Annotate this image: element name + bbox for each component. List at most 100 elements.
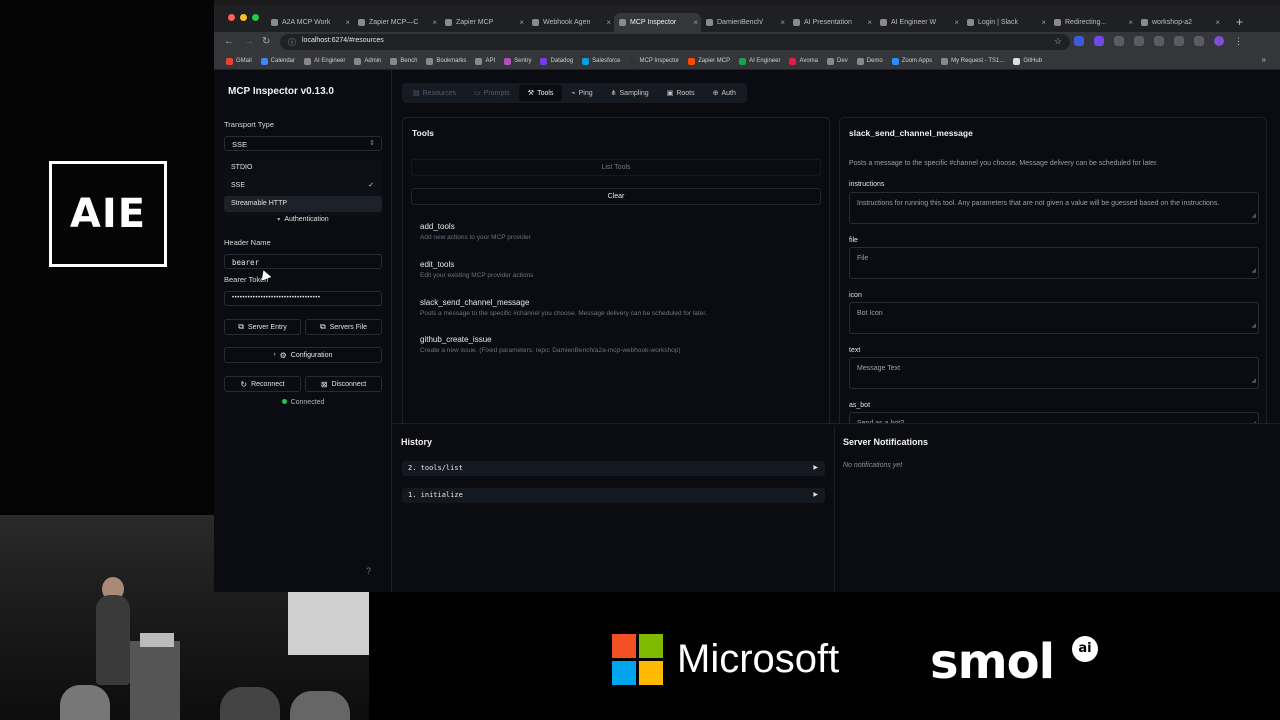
forward-icon[interactable]: → bbox=[244, 36, 254, 48]
bookmark-star-icon[interactable]: ☆ bbox=[1054, 36, 1062, 47]
bookmark-item[interactable]: Demo bbox=[856, 57, 883, 65]
tool-item[interactable]: add_tools Add new actions to your MCP pro… bbox=[420, 222, 531, 241]
address-bar[interactable]: ⓘ localhost:6274/#resources ☆ bbox=[280, 34, 1070, 50]
bookmark-item[interactable]: Sentry bbox=[504, 57, 531, 65]
browser-tab[interactable]: Zapier MCP × bbox=[440, 13, 527, 33]
bookmark-item[interactable]: MCP Inspector bbox=[629, 57, 679, 65]
extension-icon[interactable] bbox=[1174, 36, 1184, 46]
profile-avatar[interactable] bbox=[1214, 36, 1224, 46]
field-input-as-bot[interactable]: Send as a bot?◢ bbox=[849, 412, 1259, 423]
server-entry-button[interactable]: ⧉ Server Entry bbox=[224, 319, 301, 335]
resize-handle-icon[interactable]: ◢ bbox=[1251, 376, 1256, 387]
authentication-toggle[interactable]: ▾ Authentication bbox=[224, 213, 382, 227]
close-tab-icon[interactable]: × bbox=[1041, 13, 1046, 33]
tab-roots[interactable]: ▣ Roots bbox=[658, 85, 704, 101]
bookmark-item[interactable]: My Request - TS1... bbox=[941, 57, 1004, 65]
more-bookmarks-icon[interactable]: » bbox=[1262, 55, 1266, 64]
list-tools-button[interactable]: List Tools bbox=[411, 159, 821, 176]
history-item[interactable]: 2. tools/list ▶ bbox=[402, 461, 825, 476]
resize-handle-icon[interactable]: ◢ bbox=[1251, 211, 1256, 222]
servers-file-button[interactable]: ⧉ Servers File bbox=[305, 319, 382, 335]
transport-type-select[interactable]: SSE ⇕ bbox=[224, 136, 382, 151]
bookmark-item[interactable]: AI Engineer bbox=[739, 57, 780, 65]
browser-tab[interactable]: AI Presentation × bbox=[788, 13, 875, 33]
browser-tab[interactable]: Login | Slack × bbox=[962, 13, 1049, 33]
bearer-token-input[interactable]: •••••••••••••••••••••••••••••••••• bbox=[224, 291, 382, 306]
reload-icon[interactable]: ↻ bbox=[262, 36, 270, 48]
panel-divider[interactable] bbox=[392, 423, 1280, 424]
tab-prompts[interactable]: ▭ Prompts bbox=[465, 85, 519, 101]
dropdown-option-stdio[interactable]: STDIO bbox=[224, 160, 382, 176]
bookmark-item[interactable]: Admin bbox=[354, 57, 381, 65]
minimize-window-button[interactable] bbox=[240, 14, 247, 21]
bookmark-item[interactable]: GMail bbox=[226, 57, 252, 65]
browser-tab[interactable]: DamienBench/ × bbox=[701, 13, 788, 33]
bookmark-item[interactable]: Datadog bbox=[540, 57, 573, 65]
menu-icon[interactable]: ⋮ bbox=[1234, 36, 1244, 46]
bookmark-item[interactable]: Zoom Apps bbox=[891, 57, 932, 65]
history-item[interactable]: 1. initialize ▶ bbox=[402, 488, 825, 503]
tab-tools[interactable]: ⚒ Tools bbox=[518, 85, 563, 101]
browser-tab[interactable]: Webhook Agen × bbox=[527, 13, 614, 33]
tool-item[interactable]: slack_send_channel_message Posts a messag… bbox=[420, 298, 707, 317]
close-tab-icon[interactable]: × bbox=[780, 13, 785, 33]
close-tab-icon[interactable]: × bbox=[606, 13, 611, 33]
bookmark-item[interactable]: Bookmarks bbox=[426, 57, 466, 65]
bookmark-item[interactable]: GitHub bbox=[1013, 57, 1042, 65]
close-tab-icon[interactable]: × bbox=[954, 13, 959, 33]
browser-tab[interactable]: Redirecting... × bbox=[1049, 13, 1136, 33]
browser-tab[interactable]: Zapier MCP—C × bbox=[353, 13, 440, 33]
extension-icon[interactable] bbox=[1154, 36, 1164, 46]
back-icon[interactable]: ← bbox=[224, 36, 234, 48]
bookmark-item[interactable]: Calendar bbox=[260, 57, 295, 65]
field-input-icon[interactable]: Bot Icon ◢ bbox=[849, 302, 1259, 334]
browser-tab[interactable]: MCP Inspector × bbox=[614, 13, 701, 33]
close-tab-icon[interactable]: × bbox=[1128, 13, 1133, 33]
browser-tab[interactable]: AI Engineer W × bbox=[875, 13, 962, 33]
maximize-window-button[interactable] bbox=[252, 14, 259, 21]
tool-item[interactable]: github_create_issue Create a new issue. (… bbox=[420, 335, 680, 354]
close-tab-icon[interactable]: × bbox=[867, 13, 872, 33]
dropdown-option-sse[interactable]: SSE ✓ bbox=[224, 178, 382, 194]
field-input-instructions[interactable]: Instructions for running this tool. Any … bbox=[849, 192, 1259, 224]
help-icon[interactable]: ? bbox=[366, 566, 371, 576]
resize-handle-icon[interactable]: ◢ bbox=[1251, 321, 1256, 332]
bookmark-item[interactable]: Dev bbox=[827, 57, 848, 65]
close-tab-icon[interactable]: × bbox=[432, 13, 437, 33]
bookmark-item[interactable]: Bench bbox=[390, 57, 417, 65]
bookmark-item[interactable]: Salesforce bbox=[582, 57, 621, 65]
dropdown-option-streamable-http[interactable]: Streamable HTTP bbox=[224, 196, 382, 212]
bookmark-icon bbox=[390, 57, 398, 65]
browser-tab[interactable]: A2A MCP Work × bbox=[266, 13, 353, 33]
extension-icon[interactable] bbox=[1094, 36, 1104, 46]
bookmark-item[interactable]: Avoma bbox=[789, 57, 818, 65]
browser-tab[interactable]: workshop-a2 × bbox=[1136, 13, 1223, 33]
resize-handle-icon[interactable]: ◢ bbox=[1251, 266, 1256, 277]
site-info-icon[interactable]: ⓘ bbox=[288, 37, 296, 48]
tool-item[interactable]: edit_tools Edit your existing MCP provide… bbox=[420, 260, 533, 279]
configuration-button[interactable]: › ⚙ Configuration bbox=[224, 347, 382, 363]
tab-sampling[interactable]: ⋔ Sampling bbox=[602, 85, 658, 101]
field-input-text[interactable]: Message Text ◢ bbox=[849, 357, 1259, 389]
bookmark-item[interactable]: API bbox=[475, 57, 495, 65]
header-name-input[interactable]: bearer bbox=[224, 254, 382, 269]
reconnect-button[interactable]: ↻ Reconnect bbox=[224, 376, 301, 392]
new-tab-button[interactable]: + bbox=[1236, 15, 1243, 29]
extension-icon[interactable] bbox=[1074, 36, 1084, 46]
tab-resources[interactable]: ▤ Resources bbox=[404, 85, 465, 101]
field-input-file[interactable]: File ◢ bbox=[849, 247, 1259, 279]
close-tab-icon[interactable]: × bbox=[519, 13, 524, 33]
bookmark-item[interactable]: AI Engineer bbox=[304, 57, 345, 65]
close-tab-icon[interactable]: × bbox=[693, 13, 698, 33]
close-window-button[interactable] bbox=[228, 14, 235, 21]
tab-auth[interactable]: ⊕ Auth bbox=[704, 85, 745, 101]
extension-icon[interactable] bbox=[1134, 36, 1144, 46]
clear-button[interactable]: Clear bbox=[411, 188, 821, 205]
extension-icon[interactable] bbox=[1114, 36, 1124, 46]
close-tab-icon[interactable]: × bbox=[345, 13, 350, 33]
close-tab-icon[interactable]: × bbox=[1215, 13, 1220, 33]
tab-ping[interactable]: ⌁ Ping bbox=[562, 85, 601, 101]
disconnect-button[interactable]: ⊠ Disconnect bbox=[305, 376, 382, 392]
extension-icon[interactable] bbox=[1194, 36, 1204, 46]
bookmark-item[interactable]: Zapier MCP bbox=[688, 57, 730, 65]
